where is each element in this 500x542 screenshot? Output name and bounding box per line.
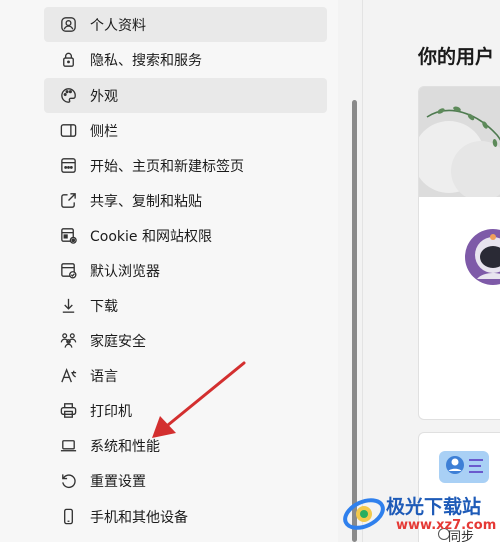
watermark-url: www.xz7.com — [396, 518, 497, 533]
sidebar-item-label: 共享、复制和粘贴 — [90, 193, 202, 210]
palette-icon — [58, 86, 78, 106]
sidebar-item-label: Cookie 和网站权限 — [90, 228, 212, 245]
sidebar-item-family-safety[interactable]: 家庭安全 — [44, 323, 327, 358]
sidebar-item-phone-devices[interactable]: 手机和其他设备 — [44, 499, 327, 534]
watermark: 极光下载站 www.xz7.com — [338, 488, 500, 542]
watermark-logo-icon — [343, 498, 385, 530]
sidebar-item-label: 手机和其他设备 — [90, 509, 188, 526]
sidebar-item-label: 个人资料 — [90, 17, 146, 34]
sidebar-item-label: 重置设置 — [90, 473, 146, 490]
sidebar-scrollbar[interactable] — [352, 100, 357, 542]
sidebar-item-languages[interactable]: 语言 — [44, 358, 327, 393]
sidebar-item-printers[interactable]: 打印机 — [44, 393, 327, 428]
sidebar-item-label: 系统和性能 — [90, 438, 160, 455]
avatar[interactable] — [463, 227, 500, 287]
settings-sidebar: 个人资料 隐私、搜索和服务 外观 侧栏 开始、主页和新建标签页 共享、复制和粘贴 — [0, 0, 338, 542]
main-content: 你的用户 同步 — [363, 0, 500, 542]
sidebar-item-start-home[interactable]: 开始、主页和新建标签页 — [44, 148, 327, 183]
phone-icon — [58, 507, 78, 527]
download-icon — [58, 296, 78, 316]
sidebar-item-system-performance[interactable]: 系统和性能 — [44, 428, 327, 463]
page-title: 你的用户 — [418, 46, 495, 68]
printer-icon — [58, 401, 78, 421]
profile-banner-image — [419, 87, 500, 201]
family-icon — [58, 331, 78, 351]
laptop-icon — [58, 436, 78, 456]
sidebar-item-label: 默认浏览器 — [90, 263, 160, 280]
sidebar-icon — [58, 121, 78, 141]
sidebar-item-label: 隐私、搜索和服务 — [90, 52, 202, 69]
profile-icon — [58, 15, 78, 35]
sidebar-item-appearance[interactable]: 外观 — [44, 78, 327, 113]
watermark-brand: 极光下载站 — [386, 496, 482, 518]
share-icon — [58, 191, 78, 211]
site-permissions-icon — [58, 226, 78, 246]
sidebar-item-share-copy-paste[interactable]: 共享、复制和粘贴 — [44, 183, 327, 218]
sidebar-item-label: 外观 — [90, 88, 118, 105]
sidebar-item-label: 侧栏 — [90, 123, 118, 140]
reset-icon — [58, 471, 78, 491]
sidebar-item-label: 下载 — [90, 298, 118, 315]
sidebar-item-label: 打印机 — [90, 403, 132, 420]
sidebar-item-reset-settings[interactable]: 重置设置 — [44, 463, 327, 498]
language-icon — [58, 366, 78, 386]
sidebar-item-downloads[interactable]: 下载 — [44, 288, 327, 323]
sidebar-item-sidebar[interactable]: 侧栏 — [44, 113, 327, 148]
default-browser-icon — [58, 261, 78, 281]
sidebar-item-profile[interactable]: 个人资料 — [44, 7, 327, 42]
sidebar-item-label: 家庭安全 — [90, 333, 146, 350]
lock-icon — [58, 50, 78, 70]
sidebar-item-cookies[interactable]: Cookie 和网站权限 — [44, 218, 327, 253]
home-tab-icon — [58, 156, 78, 176]
sidebar-item-default-browser[interactable]: 默认浏览器 — [44, 253, 327, 288]
sidebar-item-label: 开始、主页和新建标签页 — [90, 158, 244, 175]
sidebar-item-label: 语言 — [90, 368, 118, 385]
sync-illustration-icon — [437, 447, 493, 487]
profile-card — [418, 86, 500, 420]
sidebar-item-privacy[interactable]: 隐私、搜索和服务 — [44, 42, 327, 77]
